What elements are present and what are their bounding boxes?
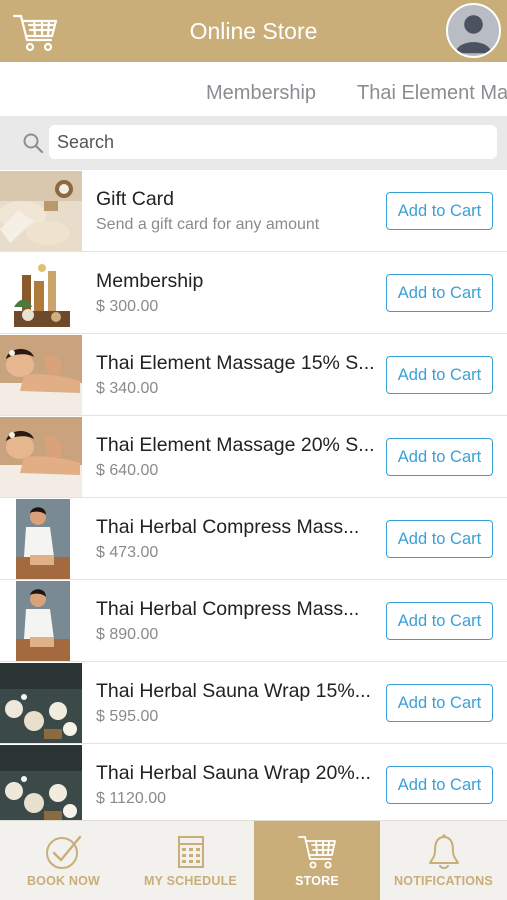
product-name: Thai Element Massage 20% S...: [96, 434, 375, 456]
add-to-cart-button[interactable]: Add to Cart: [386, 684, 493, 722]
user-icon: [455, 15, 492, 54]
product-name: Thai Herbal Compress Mass...: [96, 598, 360, 620]
cart-icon: [298, 836, 336, 869]
category-tabs: Membership Thai Element Ma: [0, 62, 507, 116]
avatar[interactable]: [446, 3, 501, 58]
calendar-icon: [177, 836, 204, 868]
massage-image: [0, 417, 82, 497]
list-item[interactable]: Thai Herbal Compress Mass... $ 473.00 Ad…: [0, 498, 507, 580]
product-price: $ 300.00: [96, 298, 159, 315]
product-name: Gift Card: [96, 188, 175, 210]
nav-book-now[interactable]: BOOK NOW: [0, 821, 127, 900]
list-item[interactable]: Thai Herbal Compress Mass... $ 890.00 Ad…: [0, 580, 507, 662]
herbal-compress-image: [0, 499, 82, 579]
herbal-compress-image: [0, 581, 82, 661]
product-price: $ 340.00: [96, 380, 159, 397]
nav-label: MY SCHEDULE: [144, 874, 237, 888]
product-name: Thai Element Massage 15% S...: [96, 352, 375, 374]
app-header: Online Store: [0, 0, 507, 62]
product-name: Membership: [96, 270, 204, 292]
add-to-cart-button[interactable]: Add to Cart: [386, 192, 493, 230]
add-to-cart-button[interactable]: Add to Cart: [386, 520, 493, 558]
product-name: Thai Herbal Sauna Wrap 20%...: [96, 762, 371, 784]
search-bar: [0, 116, 507, 170]
add-to-cart-button[interactable]: Add to Cart: [386, 602, 493, 640]
search-icon: [23, 133, 44, 154]
product-price: $ 1120.00: [96, 790, 166, 807]
search-input[interactable]: [49, 125, 497, 159]
list-item[interactable]: Thai Herbal Sauna Wrap 15%... $ 595.00 A…: [0, 662, 507, 744]
list-item[interactable]: Membership $ 300.00 Add to Cart: [0, 252, 507, 334]
list-item[interactable]: Thai Herbal Sauna Wrap 20%... $ 1120.00 …: [0, 744, 507, 820]
gift-card-image: [0, 171, 82, 251]
product-price: $ 890.00: [96, 626, 159, 643]
product-price: $ 473.00: [96, 544, 159, 561]
nav-label: STORE: [295, 874, 339, 888]
nav-notifications[interactable]: NOTIFICATIONS: [380, 821, 507, 900]
add-to-cart-button[interactable]: Add to Cart: [386, 274, 493, 312]
add-to-cart-button[interactable]: Add to Cart: [386, 356, 493, 394]
product-name: Thai Herbal Sauna Wrap 15%...: [96, 680, 371, 702]
list-item[interactable]: Gift Card Send a gift card for any amoun…: [0, 170, 507, 252]
product-name: Thai Herbal Compress Mass...: [96, 516, 360, 538]
nav-store[interactable]: STORE: [254, 821, 380, 900]
product-list: Gift Card Send a gift card for any amoun…: [0, 170, 507, 820]
bell-icon: [428, 834, 459, 869]
product-price: $ 640.00: [96, 462, 159, 479]
product-subtitle: Send a gift card for any amount: [96, 216, 320, 233]
nav-my-schedule[interactable]: MY SCHEDULE: [127, 821, 254, 900]
product-price: $ 595.00: [96, 708, 159, 725]
massage-image: [0, 335, 82, 415]
add-to-cart-button[interactable]: Add to Cart: [386, 766, 493, 804]
add-to-cart-button[interactable]: Add to Cart: [386, 438, 493, 476]
tab-membership[interactable]: Membership: [206, 82, 316, 105]
page-title: Online Store: [189, 18, 318, 44]
nav-label: BOOK NOW: [26, 874, 101, 888]
check-circle-icon: [45, 835, 81, 869]
sauna-wrap-image: [0, 663, 82, 743]
nav-label: NOTIFICATIONS: [394, 874, 493, 888]
tab-thai-element-massage[interactable]: Thai Element Ma: [357, 82, 507, 105]
list-item[interactable]: Thai Element Massage 15% S... $ 340.00 A…: [0, 334, 507, 416]
bottom-nav: BOOK NOW MY SCHEDULE STORE NOTIFICATIONS: [0, 820, 507, 900]
sauna-wrap-image: [0, 745, 82, 820]
list-item[interactable]: Thai Element Massage 20% S... $ 640.00 A…: [0, 416, 507, 498]
membership-image: [0, 253, 82, 333]
